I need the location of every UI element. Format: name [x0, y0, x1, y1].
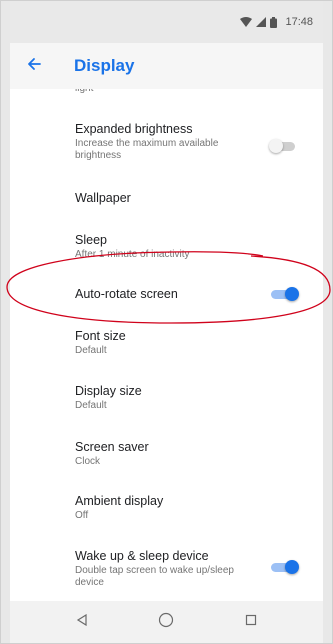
auto-rotate-toggle[interactable] — [271, 286, 299, 302]
setting-ambient-display[interactable]: Ambient display Off — [10, 494, 323, 522]
setting-title: Sleep — [75, 233, 107, 247]
expanded-brightness-toggle[interactable] — [269, 138, 297, 154]
setting-title: Wallpaper — [75, 191, 131, 205]
setting-summary: After 1 minute of inactivity — [75, 249, 190, 260]
setting-summary: Double tap screen to wake up/sleep devic… — [75, 565, 234, 588]
right-gutter — [323, 1, 332, 643]
setting-title: Display size — [75, 384, 142, 398]
recents-square-icon — [245, 613, 257, 631]
nav-home-button[interactable] — [146, 602, 186, 642]
wifi-icon — [240, 17, 253, 27]
setting-summary: Clock — [75, 456, 101, 467]
arrow-back-icon — [27, 57, 41, 76]
back-button[interactable] — [10, 43, 58, 89]
setting-wallpaper[interactable]: Wallpaper — [10, 191, 323, 206]
setting-display-size[interactable]: Display size Default — [10, 384, 323, 412]
left-gutter — [1, 1, 10, 643]
setting-font-size[interactable]: Font size Default — [10, 329, 323, 357]
wake-sleep-toggle[interactable] — [271, 559, 299, 575]
setting-title: Font size — [75, 329, 126, 343]
setting-sleep[interactable]: Sleep After 1 minute of inactivity — [10, 233, 323, 261]
nav-back-button[interactable] — [62, 602, 102, 642]
setting-title: Screen saver — [75, 440, 149, 454]
toggle-thumb — [269, 139, 283, 153]
cut-off-summary: light — [75, 89, 93, 94]
setting-title: Ambient display — [75, 494, 164, 508]
setting-summary: Default — [75, 345, 107, 356]
app-bar: Display — [10, 43, 323, 89]
setting-summary: Increase the maximum available brightnes… — [75, 138, 219, 161]
setting-title: Expanded brightness — [75, 122, 193, 136]
page-title: Display — [74, 56, 135, 75]
setting-title: Auto-rotate screen — [75, 287, 178, 301]
setting-screen-saver[interactable]: Screen saver Clock — [10, 440, 323, 468]
nav-recents-button[interactable] — [231, 602, 271, 642]
device-frame: 17:48 Display light Expanded brightness … — [0, 0, 333, 644]
back-triangle-icon — [76, 613, 88, 631]
home-circle-icon — [158, 612, 174, 633]
toggle-thumb — [285, 560, 299, 574]
toggle-thumb — [285, 287, 299, 301]
status-time: 17:48 — [285, 16, 313, 28]
setting-title: Wake up & sleep device — [75, 549, 209, 563]
status-bar: 17:48 — [10, 1, 323, 43]
navigation-bar — [10, 601, 323, 643]
battery-icon — [270, 16, 278, 28]
setting-summary: Off — [75, 510, 89, 521]
cell-signal-icon — [256, 17, 267, 27]
settings-list[interactable]: light Expanded brightness Increase the m… — [10, 89, 323, 601]
setting-summary: Default — [75, 400, 107, 411]
